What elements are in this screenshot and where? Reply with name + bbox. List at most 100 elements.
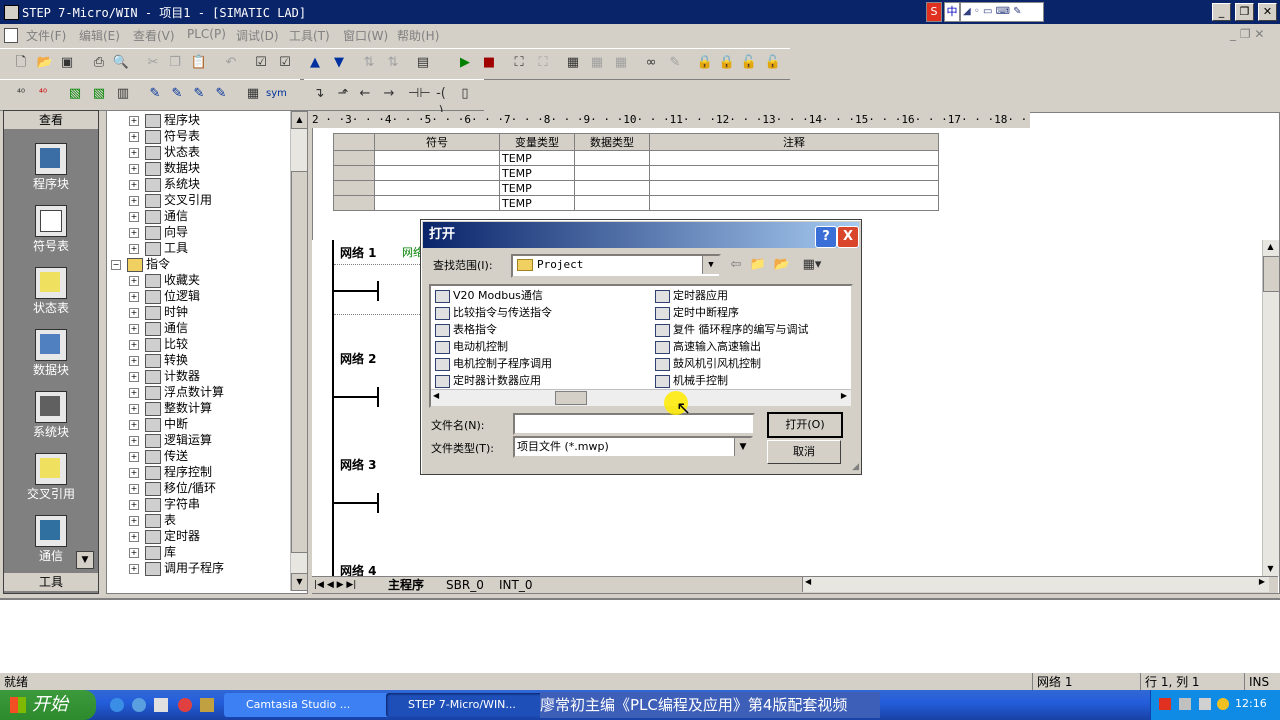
menu-window[interactable]: 窗口(W) [343, 27, 388, 44]
tree-item[interactable]: + 交叉引用 [129, 192, 212, 208]
viewbar-symbol-table[interactable]: 符号表 [4, 205, 98, 265]
expand-icon[interactable]: + [129, 403, 139, 414]
network-1-label[interactable]: 网络 1 [340, 244, 377, 261]
tree-scrollbar[interactable]: ▲ ▼ [290, 111, 308, 591]
open-icon[interactable]: 📂 [36, 54, 54, 72]
var-cell[interactable]: TEMP [499, 195, 575, 211]
row-header[interactable] [333, 195, 375, 211]
expand-icon[interactable]: + [129, 371, 139, 382]
menu-plc[interactable]: PLC(P) [187, 27, 226, 41]
file-list-hscrollbar[interactable]: ◀ ▶ [431, 389, 851, 406]
expand-icon[interactable]: + [129, 275, 139, 286]
expand-icon[interactable]: + [129, 515, 139, 526]
file-item[interactable]: 定时中断程序 [655, 305, 739, 321]
resize-grip-icon[interactable]: ◢ [852, 462, 859, 472]
tree-instruction-item[interactable]: + 通信 [129, 320, 188, 336]
file-item[interactable]: 高速输入高速输出 [655, 339, 761, 355]
symbol-table-icon[interactable]: ▦ [244, 85, 262, 103]
tree-item[interactable]: + 工具 [129, 240, 188, 256]
var-cell[interactable] [649, 150, 939, 166]
scroll-left-icon[interactable]: ◀ [433, 391, 439, 400]
bookmark-next-icon[interactable]: ▧ [90, 85, 108, 103]
viewbar-cross-reference[interactable]: 交叉引用 [4, 453, 98, 513]
wire4-icon[interactable]: ✎ [212, 85, 230, 103]
wire3-icon[interactable]: ✎ [190, 85, 208, 103]
var-cell[interactable] [374, 150, 500, 166]
run-icon[interactable]: ▶ [456, 54, 474, 72]
print-icon[interactable]: ⎙ [90, 54, 108, 72]
tree-item[interactable]: + 向导 [129, 224, 188, 240]
undo-icon[interactable]: ↶ [222, 54, 240, 72]
up-folder-icon[interactable]: 📁 [749, 256, 767, 274]
maximize-button[interactable]: ❐ [1235, 3, 1254, 21]
tree-instruction-item[interactable]: + 定时器 [129, 528, 200, 544]
back-icon[interactable]: ⇦ [727, 256, 745, 274]
var-cell[interactable] [574, 165, 650, 181]
viewbar-program-block[interactable]: 程序块 [4, 143, 98, 203]
ime-toolbar[interactable]: ◢ ◦ ▭ ⌨ ✎ [960, 2, 1044, 22]
col-comment[interactable]: 注释 [649, 133, 939, 151]
copy-icon[interactable]: ❐ [166, 54, 184, 72]
insert-right-line-icon[interactable]: → [380, 85, 398, 103]
menu-tools[interactable]: 工具(T) [289, 27, 330, 44]
editor-scroll-up-icon[interactable]: ▲ [1263, 240, 1278, 254]
symbol-addressing-icon[interactable]: sym [266, 85, 287, 103]
tree-instruction-item[interactable]: + 传送 [129, 448, 188, 464]
sort-asc-icon[interactable]: ⇅ [360, 54, 378, 72]
tree-scroll-thumb[interactable] [291, 171, 308, 553]
view-menu-icon[interactable]: ▦▾ [799, 256, 825, 274]
tab-sbr0[interactable]: SBR_0 [446, 577, 484, 593]
messenger-icon[interactable] [132, 698, 146, 712]
options-icon[interactable]: ▤ [414, 54, 432, 72]
expand-icon[interactable]: + [129, 211, 139, 222]
expand-icon[interactable]: + [129, 467, 139, 478]
bookmark-icon[interactable]: ▧ [66, 85, 84, 103]
close-button[interactable]: ✕ [1258, 3, 1277, 21]
expand-icon[interactable]: + [129, 291, 139, 302]
editor-scroll-down-icon[interactable]: ▼ [1263, 562, 1278, 576]
hscroll-right-icon[interactable]: ▶ [1259, 577, 1265, 586]
print-preview-icon[interactable]: 🔍 [112, 54, 130, 72]
tab-nav-first-icon[interactable]: |◀ ◀ ▶ ▶| [314, 577, 356, 593]
task-camtasia[interactable]: Camtasia Studio ... [224, 693, 396, 717]
read-forced-icon[interactable]: 🔓 [764, 54, 782, 72]
expand-icon[interactable]: + [129, 243, 139, 254]
var-cell[interactable] [649, 180, 939, 196]
minimize-button[interactable]: _ [1212, 3, 1231, 21]
expand-icon[interactable]: + [129, 195, 139, 206]
expand-icon[interactable]: + [129, 131, 139, 142]
tree-instruction-item[interactable]: + 计数器 [129, 368, 200, 384]
network-2-label[interactable]: 网络 2 [340, 350, 377, 367]
tree-instruction-item[interactable]: + 收藏夹 [129, 272, 200, 288]
viewbar-data-block[interactable]: 数据块 [4, 329, 98, 389]
chart-status-icon[interactable]: ▦ [564, 54, 582, 72]
tree-item[interactable]: + 程序块 [129, 112, 200, 128]
tree-item[interactable]: + 符号表 [129, 128, 200, 144]
trigger-icon[interactable]: ⁴⁰ [12, 85, 30, 103]
wire-icon[interactable]: ✎ [146, 85, 164, 103]
tree-instruction-item[interactable]: + 位逻辑 [129, 288, 200, 304]
menu-help[interactable]: 帮助(H) [397, 27, 439, 44]
tree-instruction-item[interactable]: + 时钟 [129, 304, 188, 320]
insert-contact-icon[interactable]: ⊣⊢ [408, 85, 431, 103]
menu-file[interactable]: 文件(F) [26, 27, 66, 44]
expand-icon[interactable]: + [129, 387, 139, 398]
editor-horizontal-scrollbar[interactable]: ◀ ▶ [802, 577, 1269, 592]
write-all-icon[interactable]: ✎ [666, 54, 684, 72]
force-icon[interactable]: 🔒 [696, 54, 714, 72]
ime-lang-toggle[interactable]: 中 [944, 2, 960, 22]
row-header[interactable] [333, 180, 375, 196]
hscroll-left-icon[interactable]: ◀ [805, 577, 811, 586]
expand-icon[interactable]: + [129, 483, 139, 494]
insert-up-line-icon[interactable]: ⬏ [334, 85, 352, 103]
expand-icon[interactable]: + [129, 563, 139, 574]
start-button[interactable]: 开始 [0, 690, 96, 720]
stop-icon[interactable]: ■ [480, 54, 498, 72]
dialog-close-button[interactable]: X [837, 226, 859, 248]
file-item[interactable]: 定时器计数器应用 [435, 373, 541, 389]
expand-icon[interactable]: + [129, 355, 139, 366]
var-table-row[interactable]: TEMP [333, 150, 939, 166]
var-table-row[interactable]: TEMP [333, 165, 939, 181]
filetype-chevron-down-icon[interactable]: ▼ [734, 438, 751, 456]
tree-instruction-item[interactable]: + 比较 [129, 336, 188, 352]
